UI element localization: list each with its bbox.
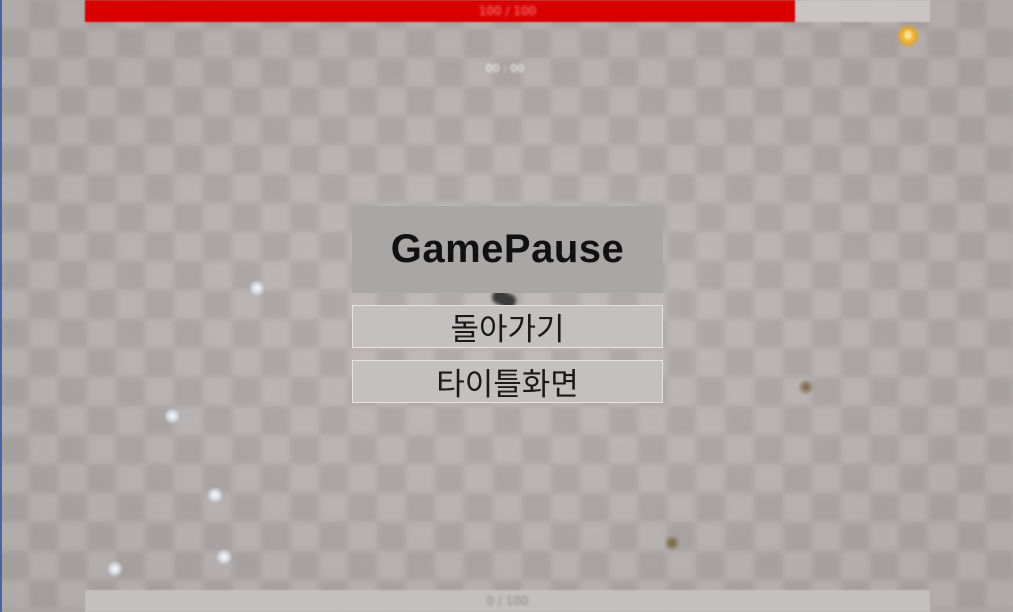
health-bar: 100 / 100 (85, 0, 930, 22)
title-screen-button[interactable]: 타이틀화면 (352, 360, 663, 403)
health-bar-text: 100 / 100 (478, 4, 537, 18)
energy-orb (108, 562, 122, 576)
experience-bar-text: 0 / 100 (486, 594, 529, 608)
pause-title: GamePause (390, 227, 625, 271)
coin-count: 0 (905, 30, 912, 41)
energy-orb (165, 409, 179, 423)
experience-bar: 0 / 100 (85, 590, 930, 612)
resume-button[interactable]: 돌아가기 (352, 305, 663, 348)
energy-orb (208, 488, 222, 502)
timer-text: 00 : 00 (485, 62, 525, 75)
energy-orb (217, 550, 231, 564)
energy-orb (250, 281, 264, 295)
enemy-marker (799, 380, 813, 394)
enemy-marker (665, 536, 679, 550)
window-edge (0, 0, 2, 612)
pause-title-panel: GamePause (352, 206, 663, 293)
